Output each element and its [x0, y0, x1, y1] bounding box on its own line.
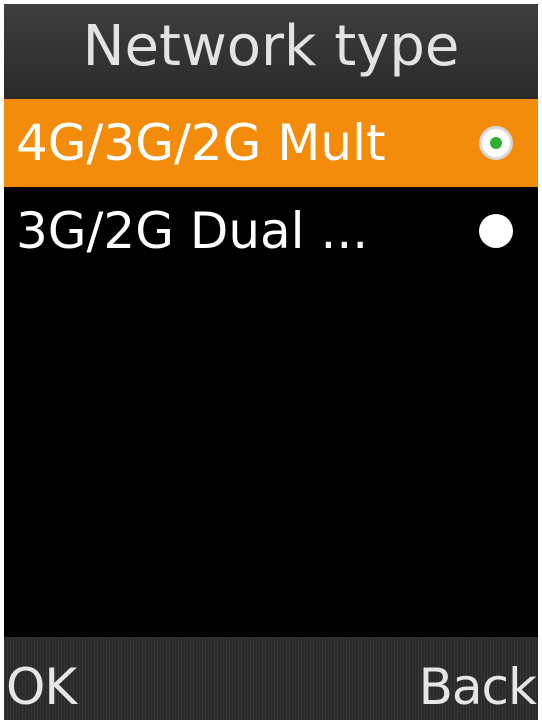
list-item-4g-3g-2g[interactable]: 4G/3G/2G Mult — [4, 99, 538, 187]
back-softkey[interactable]: Back — [419, 662, 537, 712]
phone-screen: Network type 4G/3G/2G Mult 3G/2G Dual ..… — [4, 4, 538, 720]
radio-selected-icon[interactable] — [479, 126, 513, 160]
list-item-3g-2g[interactable]: 3G/2G Dual ... — [4, 187, 538, 275]
page-title: Network type — [82, 13, 460, 79]
list-item-label: 4G/3G/2G Mult — [16, 118, 386, 168]
softkey-bar: OK Back — [4, 637, 538, 720]
list-item-label: 3G/2G Dual ... — [16, 206, 369, 256]
radio-dot-icon — [490, 137, 502, 149]
radio-unselected-icon[interactable] — [479, 214, 513, 248]
title-bar: Network type — [4, 4, 538, 99]
network-type-list: 4G/3G/2G Mult 3G/2G Dual ... — [4, 99, 538, 275]
ok-softkey[interactable]: OK — [6, 662, 77, 712]
